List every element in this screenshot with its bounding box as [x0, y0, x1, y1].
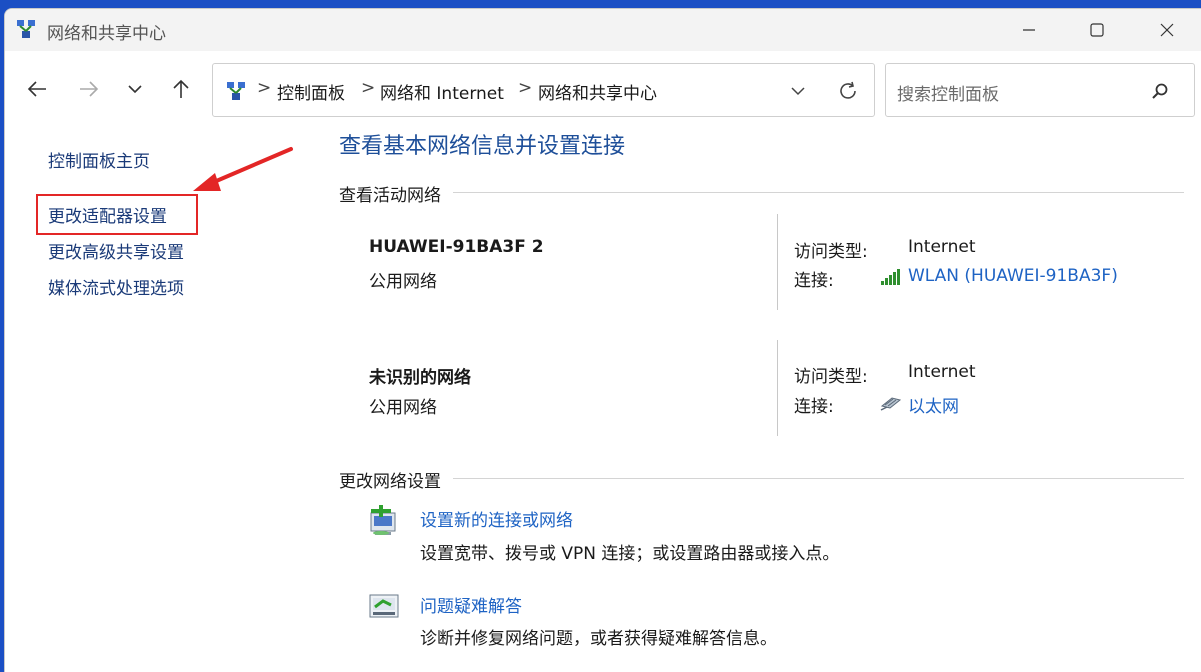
search-button[interactable] — [1149, 80, 1171, 102]
new-connection-icon — [370, 505, 396, 535]
sidebar-item-control-panel-home[interactable]: 控制面板主页 — [48, 147, 150, 172]
title-bar: 网络和共享中心 — [5, 9, 1201, 51]
annotation-highlight-box — [36, 194, 198, 235]
search-box[interactable]: 搜索控制面板 — [885, 63, 1195, 117]
breadcrumb-network-internet[interactable]: 网络和 Internet — [380, 79, 504, 104]
arrow-left-icon — [27, 81, 46, 97]
network-type-link[interactable]: 公用网络 — [369, 393, 437, 418]
troubleshoot-description: 诊断并修复网络问题，或者获得疑难解答信息。 — [420, 629, 777, 649]
close-button[interactable] — [1133, 9, 1201, 51]
refresh-icon — [840, 81, 856, 99]
breadcrumb-separator: > — [518, 78, 533, 98]
navigation-bar: > 控制面板 > 网络和 Internet > 网络和共享中心 搜索控制面板 — [5, 51, 1201, 125]
network-type-link[interactable]: 公用网络 — [369, 267, 437, 292]
sidebar-item-media-streaming-options[interactable]: 媒体流式处理选项 — [48, 274, 184, 299]
chevron-down-icon — [791, 87, 805, 96]
access-type-value: Internet — [908, 237, 976, 257]
page-title: 查看基本网络信息并设置连接 — [339, 134, 626, 159]
up-button[interactable] — [163, 73, 199, 105]
refresh-button[interactable] — [833, 76, 863, 106]
search-icon — [1152, 83, 1168, 99]
breadcrumb-separator: > — [361, 78, 376, 98]
minimize-button[interactable] — [995, 9, 1063, 51]
change-settings-header: 更改网络设置 — [339, 467, 449, 492]
arrow-up-icon — [173, 79, 189, 98]
sidebar-item-advanced-sharing-settings[interactable]: 更改高级共享设置 — [48, 238, 184, 263]
section-divider — [453, 478, 1184, 479]
recent-locations-button[interactable] — [117, 73, 153, 105]
maximize-button[interactable] — [1063, 9, 1131, 51]
network-center-icon — [227, 82, 245, 100]
network-name: HUAWEI-91BA3F 2 — [369, 237, 544, 257]
address-bar[interactable]: > 控制面板 > 网络和 Internet > 网络和共享中心 — [212, 63, 875, 117]
network-sharing-center-window: 网络和共享中心 > 控制面板 > 网络和 Internet > 网络和共享中心 … — [4, 8, 1201, 672]
setup-new-connection-description: 设置宽带、拨号或 VPN 连接；或设置路由器或接入点。 — [420, 544, 840, 564]
search-placeholder: 搜索控制面板 — [897, 85, 999, 105]
annotation-arrow-icon — [193, 147, 293, 191]
access-type-label: 访问类型: — [794, 367, 868, 387]
breadcrumb-separator: > — [257, 78, 272, 98]
active-networks-header: 查看活动网络 — [339, 181, 449, 206]
wifi-signal-icon — [881, 269, 900, 285]
breadcrumb-control-panel[interactable]: 控制面板 — [277, 79, 345, 104]
connection-label: 连接: — [794, 271, 834, 291]
ethernet-connection-link[interactable]: 以太网 — [908, 392, 959, 417]
section-divider — [453, 192, 1184, 193]
network-divider — [777, 214, 778, 310]
network-center-icon — [17, 20, 35, 38]
chevron-down-icon — [128, 85, 142, 94]
arrow-right-icon — [80, 81, 99, 97]
connection-label: 连接: — [794, 397, 834, 417]
forward-button[interactable] — [71, 73, 107, 105]
setup-new-connection-link[interactable]: 设置新的连接或网络 — [420, 506, 573, 531]
network-name: 未识别的网络 — [369, 368, 471, 388]
wlan-connection-link[interactable]: WLAN (HUAWEI-91BA3F) — [908, 266, 1118, 286]
breadcrumb-network-sharing-center[interactable]: 网络和共享中心 — [538, 79, 657, 104]
minimize-icon — [1023, 29, 1035, 31]
maximize-icon — [1090, 23, 1104, 37]
network-divider — [777, 340, 778, 436]
window-title: 网络和共享中心 — [47, 24, 166, 44]
back-button[interactable] — [19, 73, 55, 105]
access-type-value: Internet — [908, 362, 976, 382]
close-icon — [1160, 23, 1174, 37]
access-type-label: 访问类型: — [794, 242, 868, 262]
troubleshoot-icon — [369, 594, 399, 618]
address-history-button[interactable] — [785, 79, 811, 103]
ethernet-icon — [880, 397, 902, 411]
troubleshoot-link[interactable]: 问题疑难解答 — [420, 592, 522, 617]
